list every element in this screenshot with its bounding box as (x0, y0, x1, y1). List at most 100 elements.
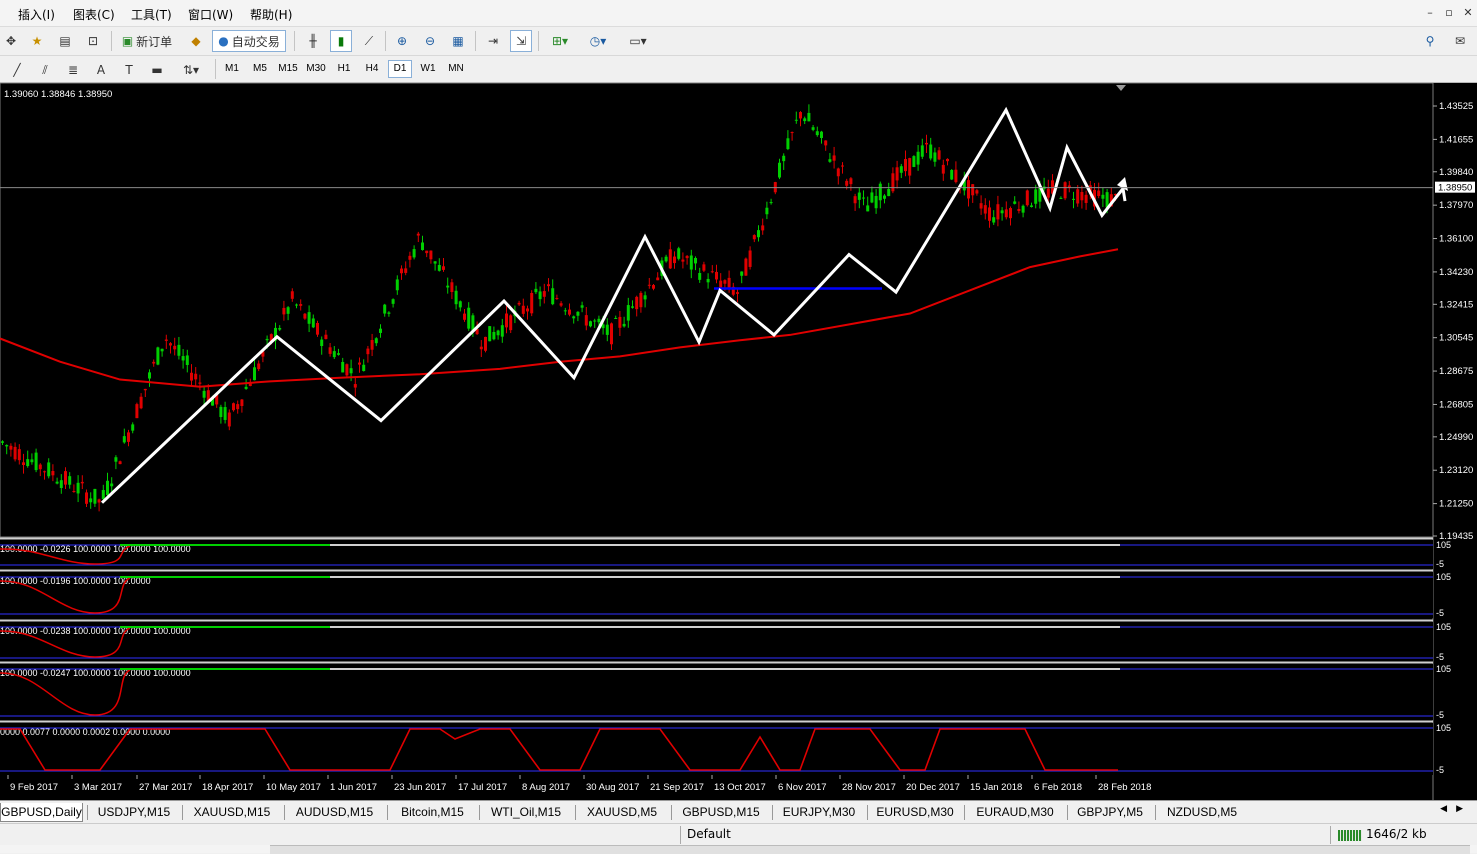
rectangle-icon[interactable]: ▬ (146, 59, 168, 81)
candle-body (748, 250, 752, 267)
templates-icon[interactable]: ▭▾ (620, 30, 656, 52)
timeframe-m5[interactable]: M5 (248, 60, 272, 78)
chart-tab[interactable]: USDJPY,M15 (90, 803, 178, 822)
autoscroll-icon[interactable]: ⇲ (510, 30, 532, 52)
timeframe-mn[interactable]: MN (444, 60, 468, 78)
candle-body (1030, 205, 1033, 207)
connection-status-icon[interactable] (1338, 830, 1362, 841)
candle-body (253, 367, 256, 381)
main-chart-area[interactable] (0, 82, 1434, 538)
time-label: 1 Jun 2017 (330, 782, 377, 793)
candle-body (647, 284, 651, 286)
timeframe-w1[interactable]: W1 (416, 60, 440, 78)
timeframe-m1[interactable]: M1 (220, 60, 244, 78)
arrows-icon[interactable]: ⇅▾ (174, 59, 208, 81)
candle-body (1059, 197, 1063, 199)
profile-name[interactable]: Default (687, 827, 731, 841)
auto-trading-button[interactable]: ● 自动交易 (212, 30, 286, 52)
menu-help[interactable]: 帮助(H) (250, 6, 292, 23)
candle-body (353, 384, 357, 388)
chart-tab[interactable]: Bitcoin,M15 (390, 803, 475, 822)
chart-tab[interactable]: GBPJPY,M5 (1070, 803, 1150, 822)
chart-tab[interactable]: AUDUSD,M15 (287, 803, 382, 822)
timeframe-h4[interactable]: H4 (360, 60, 384, 78)
level-105: 105 (1436, 723, 1451, 733)
zoom-out-icon[interactable]: ⊖ (419, 30, 441, 52)
chart-tab[interactable]: GBPUSD,M15 (674, 803, 768, 822)
menu-window[interactable]: 窗口(W) (188, 6, 233, 23)
chart-tab[interactable]: EURJPY,M30 (775, 803, 863, 822)
chart-tab[interactable]: GBPUSD,Daily (0, 803, 83, 822)
tile-windows-icon[interactable]: ▦ (447, 30, 469, 52)
tab-scroll-right-icon[interactable]: ▶ (1456, 804, 1463, 814)
trendline-icon[interactable]: ╱ (6, 59, 28, 81)
close-icon[interactable]: ✕ (1459, 6, 1477, 20)
candle-body (30, 459, 34, 463)
candle-body (677, 248, 681, 259)
minimize-icon[interactable]: – (1421, 6, 1439, 20)
indicator-window[interactable] (0, 664, 1433, 720)
candle-body (883, 195, 886, 199)
search-icon[interactable]: ⚲ (1420, 30, 1440, 52)
text-label-icon[interactable]: T (118, 59, 140, 81)
chart-tab[interactable]: NZDUSD,M5 (1158, 803, 1246, 822)
candle-body (1097, 190, 1101, 196)
fibonacci-icon[interactable]: ≣ (62, 59, 84, 81)
candle-body (597, 318, 601, 323)
bar-chart-icon[interactable]: ╫ (302, 30, 324, 52)
restore-icon[interactable]: ▫ (1440, 6, 1458, 20)
candle-body (299, 304, 303, 306)
time-label: 21 Sep 2017 (650, 782, 704, 793)
navigator-icon[interactable]: ▤ (54, 30, 76, 52)
candle-body (484, 336, 487, 351)
tab-scroll-left-icon[interactable]: ◀ (1440, 804, 1447, 814)
candle-body (614, 317, 618, 319)
indicator-window[interactable] (0, 572, 1433, 618)
candle-body (1084, 194, 1088, 203)
equidistant-channel-icon[interactable]: ⫽ (34, 59, 56, 81)
timeframe-m30[interactable]: M30 (304, 60, 328, 78)
timeframe-m15[interactable]: M15 (276, 60, 300, 78)
candle-body (786, 138, 790, 150)
chart-tab[interactable]: XAUUSD,M5 (578, 803, 666, 822)
indicators-icon[interactable]: ⊞▾ (544, 30, 576, 52)
time-label: 23 Jun 2017 (394, 782, 446, 793)
indicator-window[interactable] (0, 723, 1433, 775)
candle-body (878, 183, 882, 201)
market-watch-icon[interactable]: ⊡ (82, 30, 104, 52)
chart-tab[interactable]: EURAUD,M30 (967, 803, 1063, 822)
price-chart[interactable]: 1.39060 1.38846 1.38950 1.435251.416551.… (0, 82, 1477, 800)
candle-body (156, 347, 160, 365)
menu-insert[interactable]: 插入(I) (18, 6, 55, 23)
candle-body (68, 476, 72, 485)
candle-body (975, 190, 979, 194)
zoom-in-icon[interactable]: ⊕ (391, 30, 413, 52)
chart-window[interactable]: 1.39060 1.38846 1.38950 1.43525 1.41655 1.… (0, 82, 1477, 800)
favorites-icon[interactable]: ★ (26, 30, 48, 52)
timeframe-d1[interactable]: D1 (388, 60, 412, 78)
candle-body (450, 282, 454, 293)
crosshair-move-icon[interactable]: ✥ (2, 30, 20, 52)
candle-body (290, 291, 294, 299)
chat-icon[interactable]: ✉ (1448, 30, 1472, 52)
candle-body (794, 119, 798, 121)
chart-tab[interactable]: WTI_Oil,M15 (482, 803, 570, 822)
menu-tools[interactable]: 工具(T) (131, 6, 172, 23)
candle-body (202, 390, 206, 398)
chart-tab[interactable]: XAUUSD,M15 (185, 803, 279, 822)
candle-body (605, 324, 609, 335)
text-icon[interactable]: A (90, 59, 112, 81)
new-order-button[interactable]: ▣ 新订单 (116, 30, 178, 52)
candle-body (937, 150, 941, 160)
chart-tab[interactable]: EURUSD,M30 (870, 803, 960, 822)
candlestick-chart-icon[interactable]: ▮ (330, 30, 352, 52)
chart-shift-icon[interactable]: ⇥ (482, 30, 504, 52)
metaeditor-icon[interactable]: ◆ (185, 30, 207, 52)
periods-icon[interactable]: ◷▾ (582, 30, 614, 52)
timeframe-h1[interactable]: H1 (332, 60, 356, 78)
menu-charts[interactable]: 图表(C) (73, 6, 115, 23)
candle-body (694, 257, 697, 264)
candle-body (996, 204, 1000, 220)
candle-body (563, 310, 567, 312)
line-chart-icon[interactable]: ⟋ (358, 30, 380, 52)
